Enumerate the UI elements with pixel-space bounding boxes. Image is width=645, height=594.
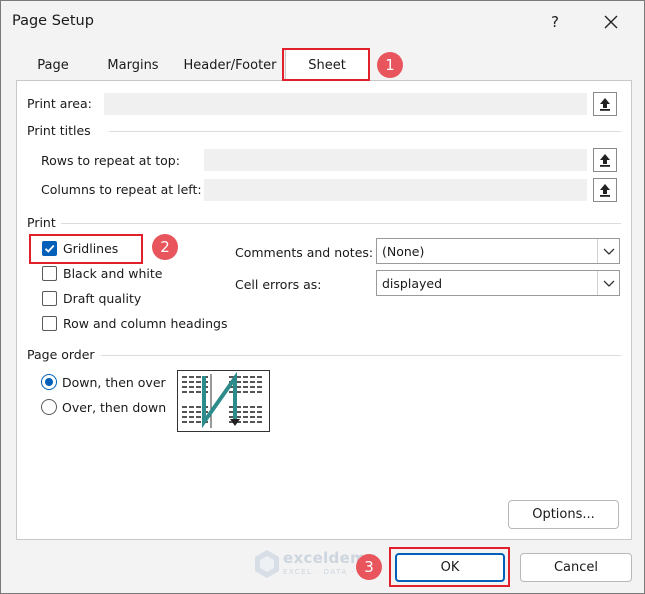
- collapse-dialog-icon: [600, 184, 610, 197]
- comments-notes-label: Comments and notes:: [235, 245, 374, 260]
- over-then-down-radio[interactable]: [41, 399, 57, 415]
- print-area-label: Print area:: [27, 96, 92, 111]
- over-then-down-label[interactable]: Over, then down: [62, 400, 166, 415]
- step-badge-1: 1: [377, 52, 403, 78]
- row-column-headings-label[interactable]: Row and column headings: [63, 316, 228, 331]
- print-titles-heading: Print titles: [27, 123, 91, 138]
- page-order-preview: [177, 370, 270, 432]
- row-column-headings-checkbox[interactable]: [42, 316, 57, 331]
- cancel-button[interactable]: Cancel: [520, 553, 632, 582]
- separator: [61, 223, 621, 224]
- step-badge-3: 3: [356, 554, 382, 580]
- page-order-heading: Page order: [27, 347, 95, 362]
- exceldemy-logo-icon: [255, 550, 279, 578]
- sheet-tab-highlight: [282, 48, 370, 81]
- gridlines-highlight: [29, 234, 143, 264]
- collapse-dialog-icon: [600, 154, 610, 167]
- page-order-diagram-icon: [177, 370, 270, 432]
- close-icon: [604, 15, 618, 29]
- black-and-white-label[interactable]: Black and white: [63, 266, 163, 281]
- dialog-title: Page Setup: [12, 13, 94, 29]
- tab-page[interactable]: Page: [13, 51, 93, 81]
- page-setup-dialog: Page Setup ? Page Margins Header/Footer …: [0, 0, 645, 594]
- tab-margins[interactable]: Margins: [93, 51, 173, 81]
- rows-collapse-button[interactable]: [593, 148, 617, 172]
- ok-button-highlight: [389, 547, 510, 587]
- help-button[interactable]: ?: [539, 6, 571, 38]
- tab-header-footer[interactable]: Header/Footer: [175, 51, 285, 81]
- chevron-down-icon: [597, 239, 619, 263]
- collapse-dialog-icon: [600, 98, 610, 111]
- down-then-over-label[interactable]: Down, then over: [62, 375, 166, 390]
- columns-collapse-button[interactable]: [593, 178, 617, 202]
- rows-to-repeat-field[interactable]: [204, 149, 587, 171]
- close-button[interactable]: [593, 6, 629, 38]
- comments-notes-value: (None): [382, 244, 425, 259]
- print-heading: Print: [27, 215, 56, 230]
- columns-to-repeat-field[interactable]: [204, 179, 587, 201]
- draft-quality-checkbox[interactable]: [42, 291, 57, 306]
- sheet-tab-panel: Print area: Print titles Rows to repeat …: [16, 80, 632, 540]
- title-bar[interactable]: Page Setup ?: [1, 1, 644, 43]
- separator: [101, 355, 621, 356]
- comments-notes-select[interactable]: (None): [376, 238, 620, 264]
- rows-to-repeat-label: Rows to repeat at top:: [41, 153, 180, 168]
- print-area-field[interactable]: [104, 93, 587, 115]
- step-badge-2: 2: [152, 234, 178, 260]
- black-and-white-checkbox[interactable]: [42, 266, 57, 281]
- cell-errors-label: Cell errors as:: [235, 277, 322, 292]
- cell-errors-value: displayed: [382, 276, 443, 291]
- columns-to-repeat-label: Columns to repeat at left:: [41, 182, 202, 197]
- exceldemy-watermark: exceldemy EXCEL · DATA · BI: [253, 546, 376, 586]
- down-then-over-radio[interactable]: [41, 374, 57, 390]
- draft-quality-label[interactable]: Draft quality: [63, 291, 141, 306]
- print-area-collapse-button[interactable]: [593, 92, 617, 116]
- separator: [109, 131, 621, 132]
- cell-errors-select[interactable]: displayed: [376, 270, 620, 296]
- chevron-down-icon: [597, 271, 619, 295]
- options-button[interactable]: Options...: [508, 500, 619, 529]
